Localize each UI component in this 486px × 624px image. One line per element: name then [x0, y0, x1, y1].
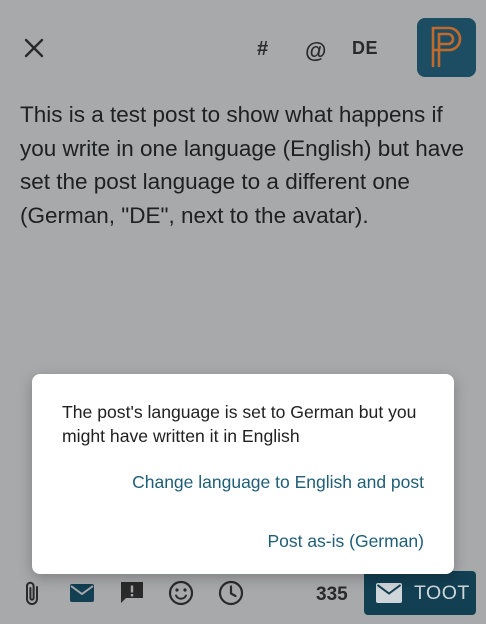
change-language-button[interactable]: Change language to English and post — [132, 472, 424, 493]
avatar-logo-icon — [431, 26, 462, 67]
schedule-icon[interactable] — [216, 578, 246, 608]
language-mismatch-dialog: The post's language is set to German but… — [32, 374, 454, 574]
attach-icon[interactable] — [18, 578, 48, 608]
emoji-icon[interactable] — [166, 578, 196, 608]
post-as-is-button[interactable]: Post as-is (German) — [267, 531, 424, 552]
language-selector[interactable]: DE — [352, 38, 378, 59]
character-count: 335 — [316, 584, 348, 605]
top-bar: # @ DE — [0, 0, 486, 96]
avatar[interactable] — [417, 18, 476, 77]
toot-label: TOOT — [414, 582, 470, 604]
post-text-area[interactable]: This is a test post to show what happens… — [20, 98, 470, 232]
visibility-mail-icon[interactable] — [67, 578, 97, 608]
toot-button[interactable]: TOOT — [364, 571, 476, 615]
dialog-message: The post's language is set to German but… — [62, 402, 417, 446]
send-mail-icon — [376, 583, 402, 603]
content-warning-icon[interactable] — [117, 578, 147, 608]
close-icon[interactable] — [20, 34, 48, 62]
hashtag-button[interactable]: # — [257, 38, 268, 61]
mention-button[interactable]: @ — [305, 38, 326, 64]
